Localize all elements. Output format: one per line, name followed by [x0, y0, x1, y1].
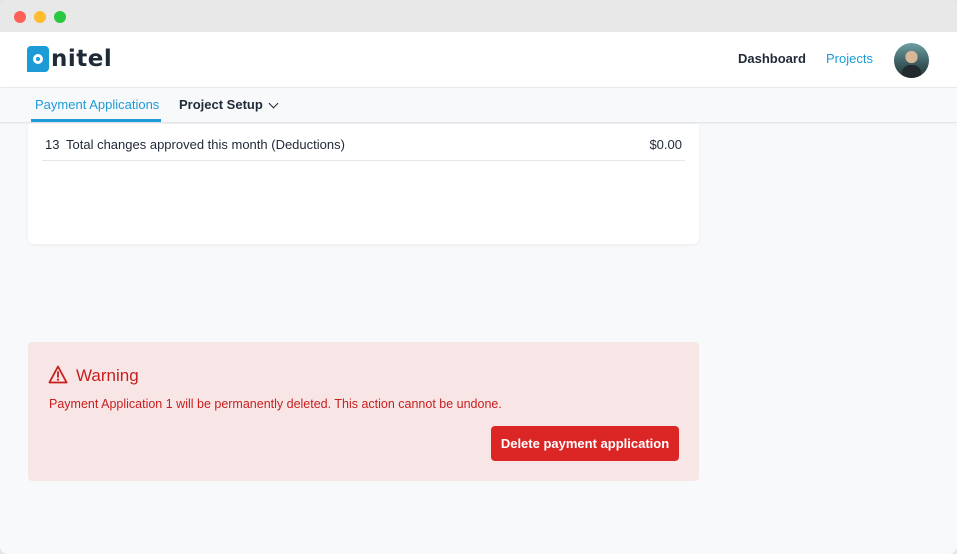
tab-bar: Payment Applications Project Setup — [0, 88, 957, 123]
app-header: nitel — [0, 32, 957, 88]
active-tab-indicator — [31, 119, 161, 122]
row-number: 13 — [45, 137, 60, 152]
window-minimize-button[interactable] — [34, 11, 46, 23]
window-maximize-button[interactable] — [54, 11, 66, 23]
nav-dashboard-link[interactable]: Dashboard — [738, 51, 806, 66]
window-titlebar — [0, 0, 957, 32]
table-row: 13 Total changes approved this month (De… — [42, 124, 685, 161]
warning-triangle-icon — [48, 365, 68, 384]
tab-payment-applications[interactable]: Payment Applications — [35, 97, 159, 113]
logo-mark-icon — [27, 46, 49, 72]
app-window: nitel Dashboard Projects Payment Applica… — [0, 0, 957, 554]
warning-panel: Warning Payment Application 1 will be pe… — [28, 342, 699, 481]
logo-text: nitel — [51, 46, 113, 72]
row-label: Total changes approved this month (Deduc… — [66, 137, 345, 152]
tab-project-setup-label: Project Setup — [179, 97, 263, 112]
warning-title: Warning — [76, 366, 139, 385]
window-close-button[interactable] — [14, 11, 26, 23]
avatar[interactable] — [894, 43, 929, 78]
warning-message: Payment Application 1 will be permanentl… — [49, 397, 502, 411]
tab-project-setup[interactable]: Project Setup — [179, 97, 279, 113]
payment-summary-card: 13 Total changes approved this month (De… — [28, 124, 699, 244]
delete-payment-application-button[interactable]: Delete payment application — [491, 426, 679, 461]
nav-projects-link[interactable]: Projects — [826, 51, 873, 66]
logo[interactable]: nitel — [27, 45, 112, 73]
chevron-down-icon — [268, 98, 279, 108]
row-value: $0.00 — [649, 137, 682, 152]
